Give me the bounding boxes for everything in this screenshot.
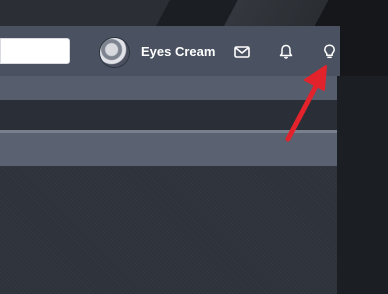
content-gap — [0, 100, 337, 130]
bell-icon[interactable] — [276, 42, 296, 62]
user-avatar[interactable] — [100, 38, 129, 67]
panel-body — [0, 166, 337, 294]
secondary-navigation-bar — [0, 76, 337, 100]
lightbulb-icon[interactable] — [319, 42, 339, 62]
envelope-icon[interactable] — [232, 42, 252, 62]
right-sidebar-background — [337, 76, 388, 294]
panel-header — [0, 130, 337, 166]
top-navigation-bar: Eyes Cream — [0, 26, 340, 77]
username-label[interactable]: Eyes Cream — [141, 44, 215, 59]
search-input[interactable] — [0, 38, 70, 64]
